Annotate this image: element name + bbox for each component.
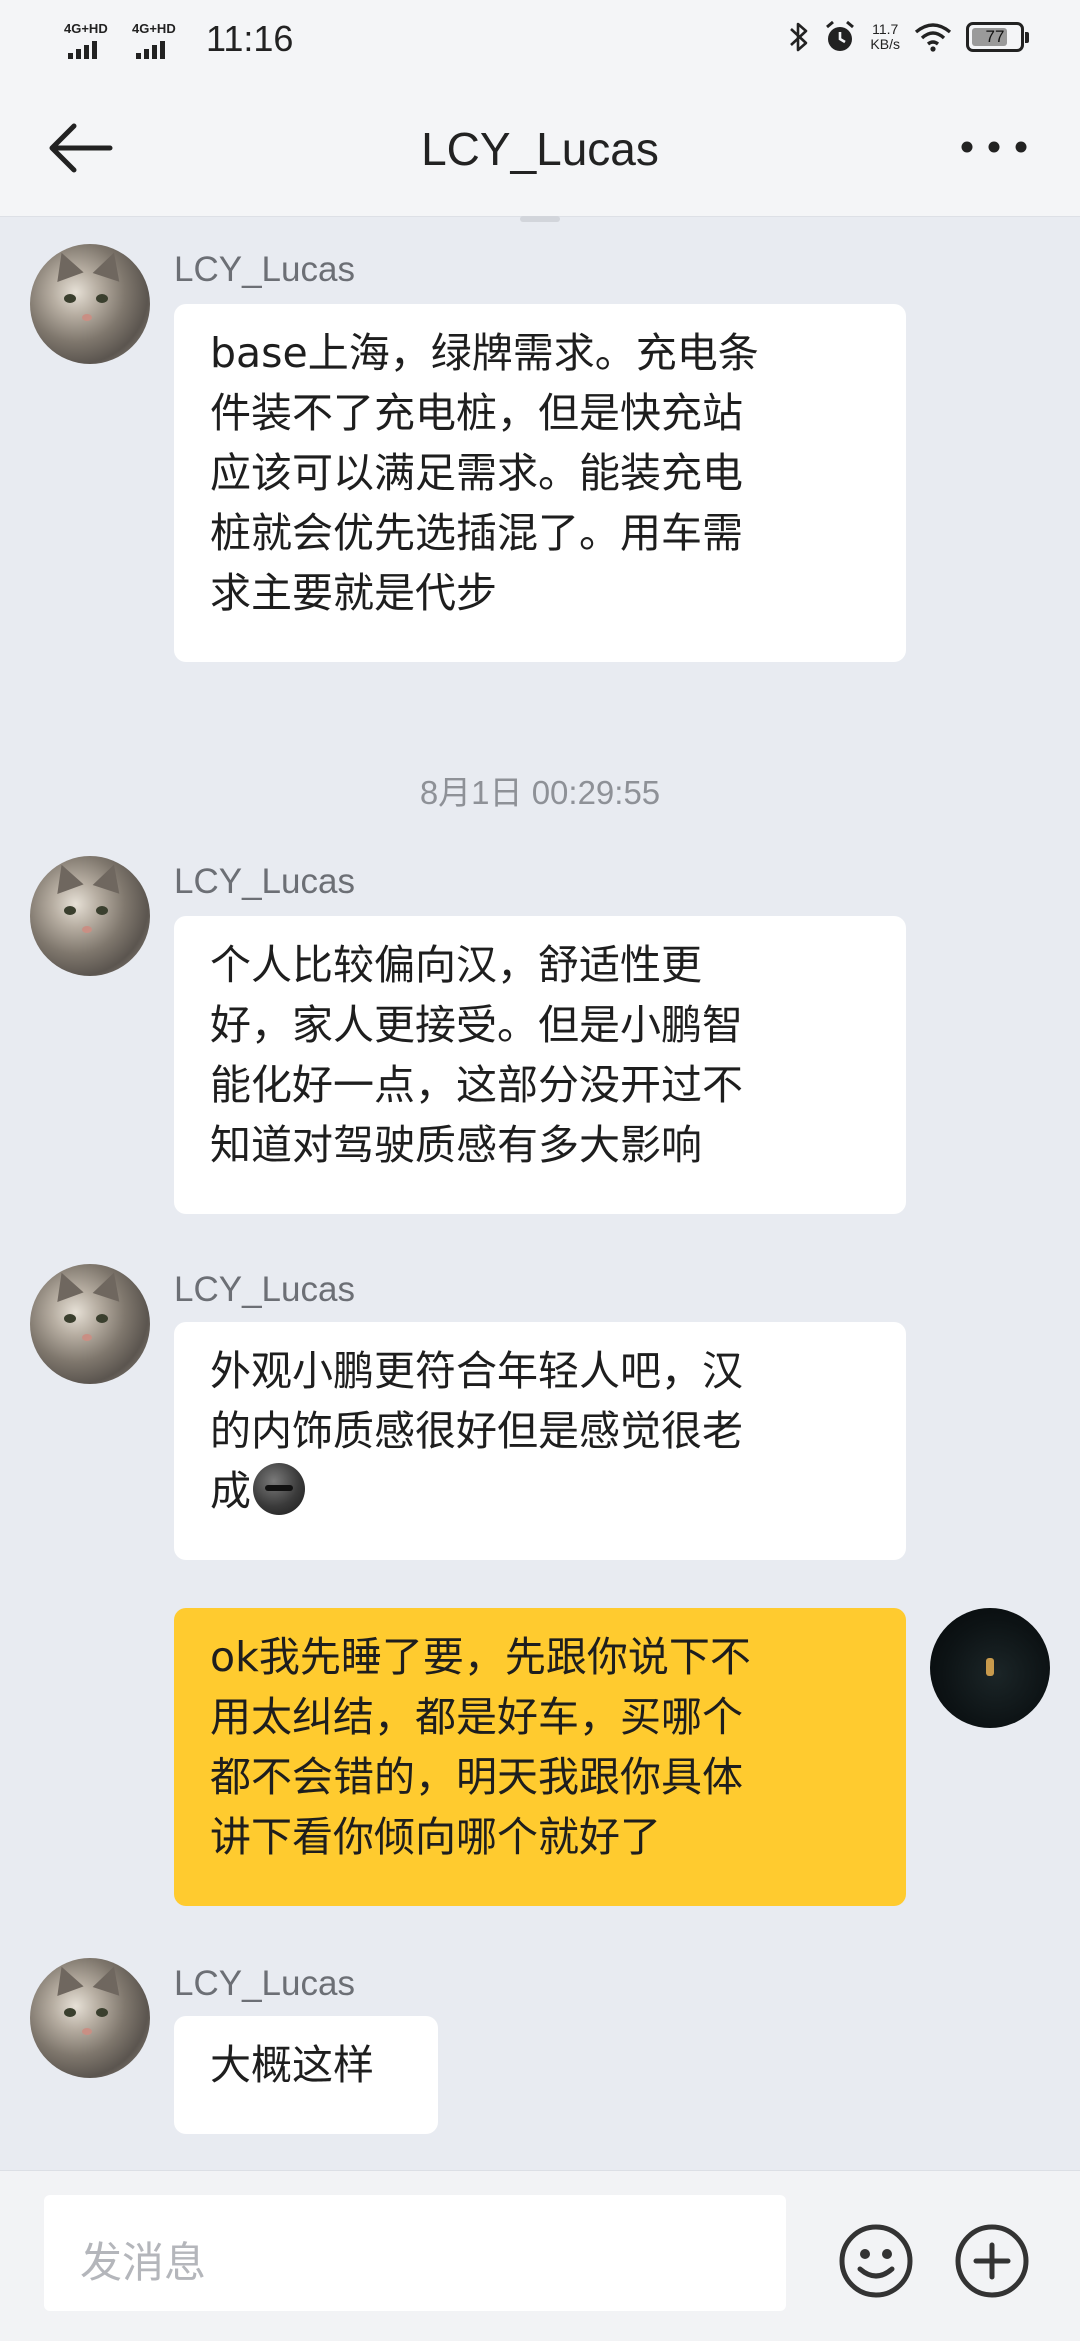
plus-circle-icon[interactable] xyxy=(952,2221,1032,2301)
message-bubble[interactable]: base上海，绿牌需求。充电条 件装不了充电桩，但是快充站 应该可以满足需求。能… xyxy=(174,304,906,662)
contact-avatar[interactable] xyxy=(30,1264,150,1384)
my-avatar[interactable] xyxy=(930,1608,1050,1728)
status-time: 11:16 xyxy=(206,18,294,59)
sender-name: LCY_Lucas xyxy=(174,250,355,289)
speed-unit: KB/s xyxy=(870,36,900,52)
contact-avatar[interactable] xyxy=(30,244,150,364)
contact-avatar[interactable] xyxy=(30,856,150,976)
message-timestamp: 8月1日 00:29:55 xyxy=(419,774,661,811)
status-bar: 4G+HD 4G+HD 11:16 11.7 KB/s 77 xyxy=(0,0,1080,82)
speed-value: 11.7 xyxy=(872,21,899,37)
network-type-2: 4G+HD xyxy=(132,21,176,36)
contact-avatar[interactable] xyxy=(30,1958,150,2078)
sender-name: LCY_Lucas xyxy=(174,1964,355,2003)
sender-name: LCY_Lucas xyxy=(174,862,355,901)
signal-icon: 4G+HD xyxy=(64,19,120,59)
message-input-bar: 发消息 xyxy=(0,2170,1080,2341)
emoji-icon[interactable] xyxy=(836,2221,916,2301)
wifi-icon xyxy=(914,23,952,52)
bluetooth-icon xyxy=(790,22,808,52)
signal-icon-2: 4G+HD xyxy=(132,19,188,59)
chat-history[interactable]: LCY_Lucas base上海，绿牌需求。充电条 件装不了充电桩，但是快充站 … xyxy=(0,216,1080,2170)
my-message-bubble[interactable]: ok我先睡了要，先跟你说下不 用太纠结，都是好车，买哪个 都不会错的，明天我跟你… xyxy=(174,1608,906,1906)
alarm-icon xyxy=(826,20,855,51)
battery-level: 77 xyxy=(985,27,1005,46)
smirk-face-emoji xyxy=(253,1463,305,1515)
network-speed: 11.7 KB/s xyxy=(870,22,900,52)
message-bubble[interactable]: 大概这样 xyxy=(174,2016,438,2134)
more-dots-icon[interactable] xyxy=(958,132,1030,162)
message-bubble[interactable]: 外观小鹏更符合年轻人吧，汉 的内饰质感很好但是感觉很老 成 xyxy=(174,1322,906,1560)
scroll-indicator xyxy=(520,216,560,222)
sender-name: LCY_Lucas xyxy=(174,1270,355,1309)
network-type-1: 4G+HD xyxy=(64,21,108,36)
chat-header: LCY_Lucas xyxy=(0,82,1080,217)
message-input[interactable]: 发消息 xyxy=(44,2195,786,2311)
page-title: LCY_Lucas xyxy=(421,123,659,175)
battery-icon: 77 xyxy=(966,22,1029,52)
message-bubble[interactable]: 个人比较偏向汉，舒适性更 好，家人更接受。但是小鹏智 能化好一点，这部分没开过不… xyxy=(174,916,906,1214)
input-placeholder: 发消息 xyxy=(80,2238,207,2287)
